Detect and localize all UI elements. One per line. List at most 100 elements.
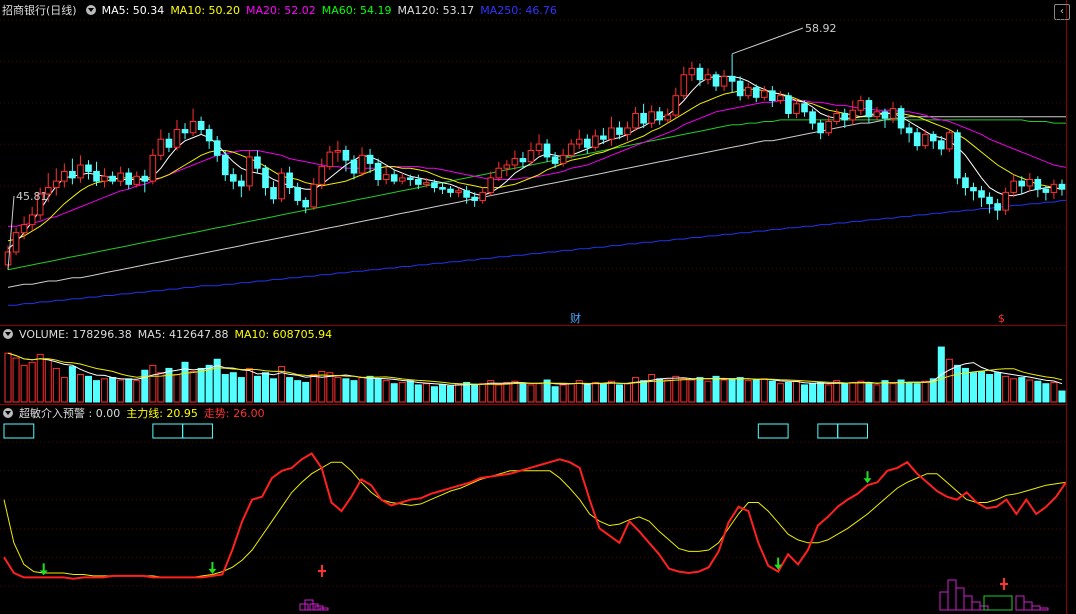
volume-bar-down (229, 372, 237, 403)
volume-bar-up (607, 380, 615, 403)
candle-down (640, 112, 647, 124)
volume-bar-up (857, 380, 865, 403)
candle-up (77, 164, 84, 179)
volume-bar-down (728, 378, 736, 403)
candle-down (1034, 179, 1042, 190)
volume-bar-down (712, 375, 720, 403)
volume-bar-down (350, 380, 358, 403)
alert-histogram-bar (971, 601, 981, 611)
alert-histogram-bar (304, 599, 314, 611)
volume-bar-down (197, 367, 205, 403)
candle-up (527, 150, 535, 163)
candle-up (487, 177, 495, 193)
candle-up (503, 164, 511, 169)
candle-up (873, 111, 881, 118)
volume-bar-down (286, 377, 294, 403)
volume-bar-down (953, 364, 961, 403)
candle-up (28, 214, 36, 226)
candle-up (423, 182, 430, 185)
volume-bar-up (744, 380, 752, 403)
volume-chart[interactable] (0, 324, 1066, 404)
candle-up (535, 143, 543, 152)
candle-down (752, 87, 760, 98)
alert-box (152, 423, 184, 439)
candle-down (165, 138, 173, 148)
alert-histogram-bar (1031, 605, 1041, 611)
candle-down (736, 80, 744, 97)
candle-down (254, 156, 261, 169)
candle-down (415, 179, 422, 185)
candle-up (760, 90, 768, 98)
volume-bar-down (1018, 377, 1026, 403)
candle-up (744, 87, 752, 97)
candle-down (656, 111, 664, 121)
alert-histogram-bar (947, 579, 957, 611)
candle-down (93, 170, 100, 182)
right-scrollbar[interactable] (1066, 0, 1076, 614)
candle-down (1042, 188, 1050, 193)
candle-up (479, 191, 487, 201)
candle-up (688, 67, 696, 76)
candle-up (189, 121, 197, 134)
volume-bar-down (640, 380, 648, 403)
candle-up (575, 138, 583, 145)
volume-bar-up (648, 374, 656, 403)
candle-up (20, 224, 28, 234)
volume-bar-down (865, 383, 873, 403)
candle-up (921, 133, 929, 147)
candle-up (382, 174, 390, 181)
dividend-marker[interactable]: $ (998, 312, 1005, 324)
volume-bar-up (12, 357, 20, 403)
price-chart[interactable]: 财 $ 58.92 45.81 (0, 0, 1066, 324)
financial-report-marker[interactable]: 财 (570, 311, 581, 324)
volume-bar-down (270, 378, 278, 403)
candle-up (334, 150, 342, 153)
candle-down (471, 196, 478, 201)
volume-bar-down (221, 374, 229, 403)
volume-bar-up (889, 383, 897, 403)
candle-down (913, 132, 921, 147)
volume-bar-down (519, 383, 527, 403)
volume-bar-down (471, 384, 479, 403)
volume-bar-down (551, 386, 559, 403)
volume-bar-up (310, 374, 318, 403)
candle-down (962, 177, 969, 189)
volume-bar-down (897, 379, 905, 403)
candle-down (978, 190, 985, 198)
candle-up (672, 95, 680, 116)
candle-up (495, 167, 503, 179)
volume-bar-down (406, 380, 414, 403)
candle-down (262, 167, 269, 189)
volume-bar-down (599, 383, 607, 403)
candle-down (205, 129, 213, 142)
volume-bar-up (1050, 381, 1058, 403)
candle-down (1058, 183, 1066, 190)
candle-down (447, 188, 454, 193)
alert-histogram-bar (309, 603, 319, 611)
indicator-chart[interactable] (0, 404, 1066, 614)
candle-down (125, 172, 133, 185)
volume-bar-up (632, 377, 640, 403)
candle-down (463, 190, 470, 198)
volume-bar-up (664, 379, 672, 403)
candle-down (937, 140, 945, 150)
alert-histogram-bar (963, 595, 973, 611)
candle-down (600, 135, 607, 140)
volume-bar-up (36, 353, 44, 403)
volume-bar-up (945, 358, 953, 403)
volume-bar-down (913, 383, 921, 403)
alert-histogram-bar (319, 607, 329, 611)
alert-box (837, 423, 868, 439)
volume-bar-down (809, 383, 817, 403)
candle-up (4, 251, 12, 266)
volume-bar-up (382, 380, 390, 403)
alert-histogram-bar (1023, 601, 1033, 611)
candle-up (157, 138, 165, 156)
candle-down (519, 158, 527, 163)
volume-bar-up (527, 384, 535, 403)
volume-bar-down (68, 366, 76, 403)
candle-down (881, 111, 889, 119)
volume-bar-down (366, 375, 374, 403)
volume-bar-up (921, 380, 929, 403)
candle-down (809, 111, 816, 124)
